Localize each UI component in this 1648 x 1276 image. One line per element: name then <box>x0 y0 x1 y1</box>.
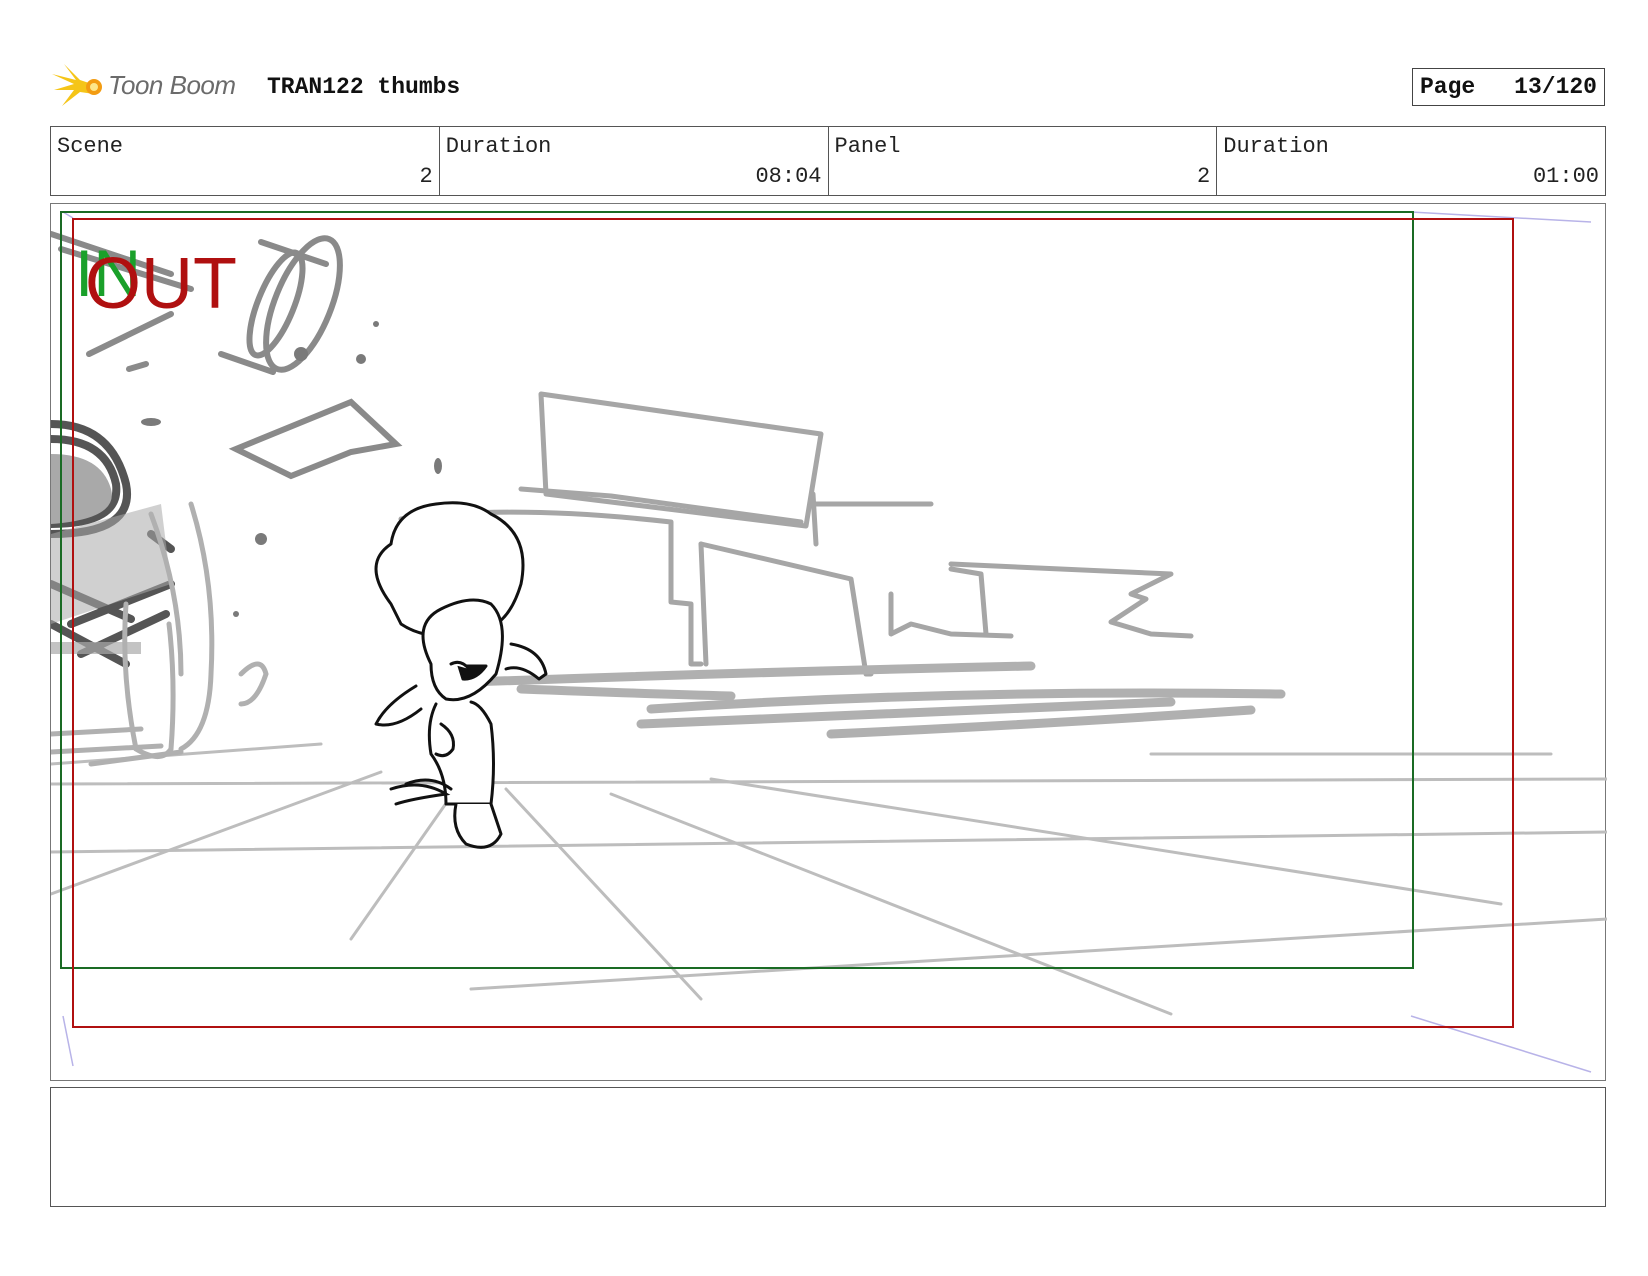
scene-label: Scene <box>57 134 124 159</box>
character-sketch <box>374 501 548 849</box>
scene-cell: Scene 2 <box>51 127 440 195</box>
camera-guides <box>62 211 1592 1073</box>
document-title: TRAN122 thumbs <box>267 74 461 100</box>
floor-lines <box>51 742 1607 1016</box>
panel-duration-cell: Duration 01:00 <box>1217 127 1605 195</box>
scene-duration-value: 08:04 <box>755 164 822 189</box>
scene-duration-label: Duration <box>445 134 552 159</box>
scene-duration-cell: Duration 08:04 <box>440 127 829 195</box>
panel-notes-box[interactable] <box>50 1087 1606 1207</box>
out-frame-rect <box>72 218 1514 1028</box>
logo-text: Toon Boom <box>108 70 236 100</box>
scene-info-table: Scene 2 Duration 08:04 Panel 2 Duration … <box>50 126 1606 196</box>
scene-value: 2 <box>419 164 433 189</box>
panel-value: 2 <box>1197 164 1211 189</box>
page-number: 13/120 <box>1514 74 1597 100</box>
in-frame-rect <box>60 211 1414 969</box>
page-label: Page <box>1420 74 1476 100</box>
floor-scribble <box>466 661 1286 739</box>
panel-label: Panel <box>834 134 901 159</box>
storyboard-header: Toon Boom TRAN122 thumbs Page 13/120 <box>50 60 1606 112</box>
background-furniture <box>398 391 1194 677</box>
toon-boom-logo: Toon Boom <box>50 60 250 112</box>
starburst-icon <box>52 64 102 106</box>
panel-drawing: IN OUT <box>51 211 1607 1073</box>
panel-duration-label: Duration <box>1223 134 1329 159</box>
panel-duration-value: 01:00 <box>1532 164 1599 189</box>
storyboard-panel[interactable]: IN OUT <box>50 203 1607 1081</box>
panel-cell: Panel 2 <box>829 127 1218 195</box>
page-indicator: Page 13/120 <box>1412 68 1605 106</box>
out-label: OUT <box>85 244 237 324</box>
